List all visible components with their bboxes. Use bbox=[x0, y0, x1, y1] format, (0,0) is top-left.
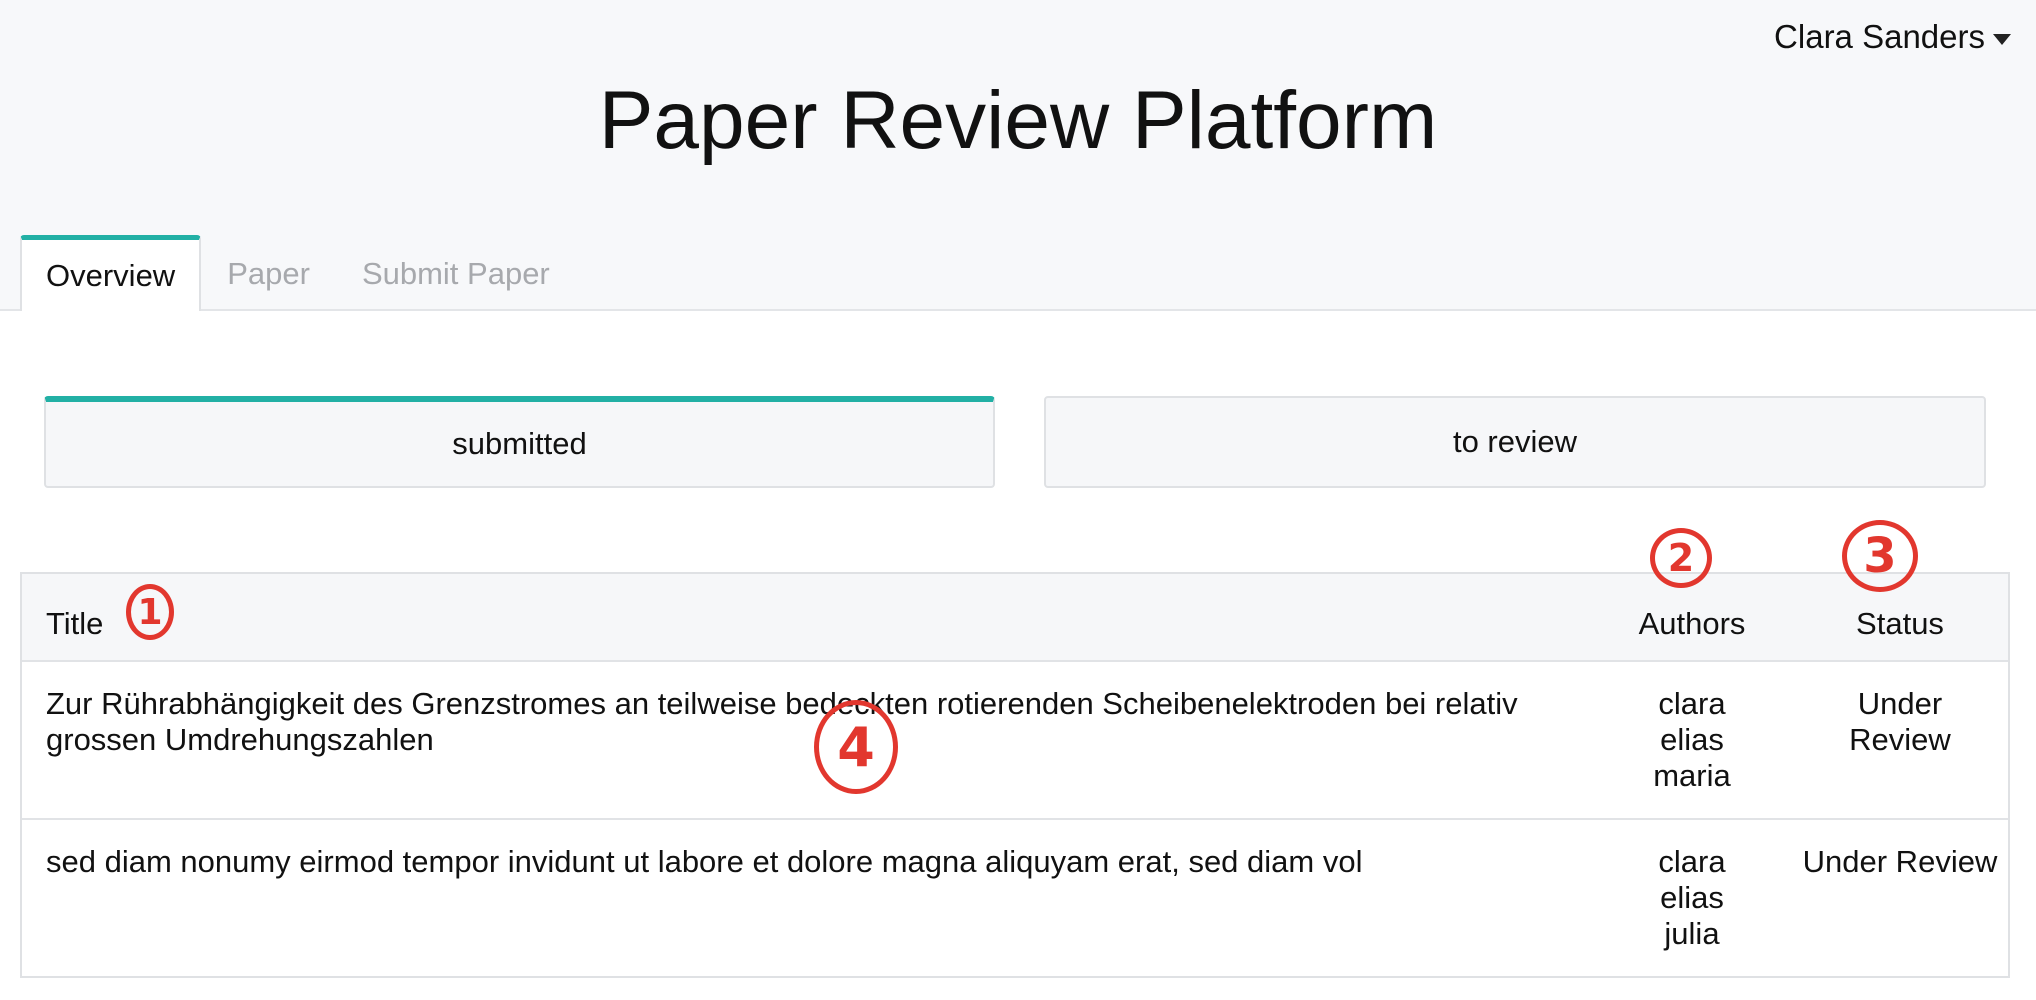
paper-authors: clara elias maria bbox=[1592, 662, 1792, 818]
to-review-toggle-button[interactable]: to review bbox=[1044, 396, 1986, 488]
tab-submit-paper[interactable]: Submit Paper bbox=[336, 237, 576, 311]
author-name: maria bbox=[1653, 758, 1731, 793]
paper-authors: clara elias julia bbox=[1592, 820, 1792, 976]
annotation-marker-1: 1 bbox=[126, 584, 174, 640]
user-name[interactable]: Clara Sanders bbox=[1774, 18, 1985, 56]
paper-title[interactable]: Zur Rührabhängigkeit des Grenzstromes an… bbox=[22, 662, 1592, 818]
paper-title[interactable]: sed diam nonumy eirmod tempor invidunt u… bbox=[22, 820, 1592, 976]
annotation-marker-3: 3 bbox=[1842, 520, 1918, 592]
column-header-status[interactable]: Status bbox=[1792, 574, 2008, 660]
tab-overview[interactable]: Overview bbox=[20, 235, 202, 311]
paper-status: Under Review bbox=[1849, 686, 1951, 757]
column-header-authors[interactable]: Authors bbox=[1592, 574, 1792, 660]
tab-bar: Overview Paper Submit Paper bbox=[20, 235, 576, 311]
author-name: elias bbox=[1660, 722, 1724, 757]
table-row[interactable]: Zur Rührabhängigkeit des Grenzstromes an… bbox=[22, 660, 2008, 818]
paper-status: Under Review bbox=[1802, 844, 1998, 879]
author-name: elias bbox=[1660, 880, 1724, 915]
page-title: Paper Review Platform bbox=[598, 75, 1438, 166]
column-header-title[interactable]: Title bbox=[22, 574, 1592, 660]
author-name: julia bbox=[1664, 916, 1720, 951]
app-header: Clara Sanders Paper Review Platform Over… bbox=[0, 0, 2036, 311]
author-name: clara bbox=[1658, 686, 1726, 721]
papers-table: Title Authors Status Zur Rührabhängigkei… bbox=[20, 572, 2010, 978]
submitted-toggle-button[interactable]: submitted bbox=[44, 396, 995, 488]
annotation-marker-2: 2 bbox=[1650, 528, 1712, 588]
annotation-marker-4: 4 bbox=[814, 700, 898, 794]
user-menu[interactable]: Clara Sanders bbox=[1774, 14, 2011, 60]
table-header-row: Title Authors Status bbox=[22, 574, 2008, 660]
tab-paper[interactable]: Paper bbox=[201, 237, 336, 311]
author-name: clara bbox=[1658, 844, 1726, 879]
chevron-down-icon[interactable] bbox=[1993, 33, 2011, 45]
table-row[interactable]: sed diam nonumy eirmod tempor invidunt u… bbox=[22, 818, 2008, 976]
